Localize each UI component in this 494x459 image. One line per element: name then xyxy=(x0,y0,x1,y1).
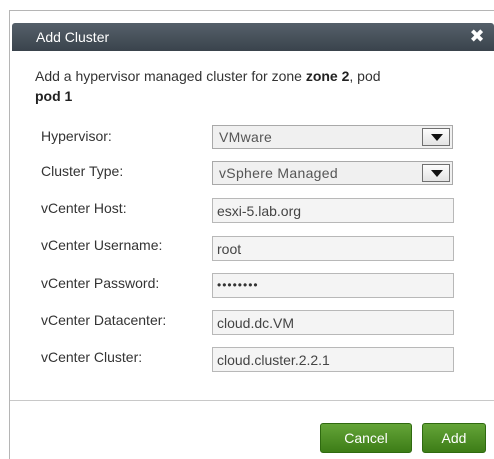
vcenter-username-input[interactable] xyxy=(212,236,454,261)
intro-zone: zone 2 xyxy=(305,68,350,84)
dialog-title: Add Cluster xyxy=(36,29,110,45)
vcenter-cluster-label: vCenter Cluster: xyxy=(41,349,143,365)
hypervisor-select[interactable]: VMware xyxy=(212,125,453,149)
hypervisor-value: VMware xyxy=(219,129,273,145)
vcenter-host-input[interactable] xyxy=(212,198,454,223)
screen: Add Cluster ✖ Add a hypervisor managed c… xyxy=(0,0,494,459)
footer-divider xyxy=(10,400,494,401)
cluster-type-select[interactable]: vSphere Managed xyxy=(212,161,453,185)
hypervisor-label: Hypervisor: xyxy=(41,128,112,144)
close-icon[interactable]: ✖ xyxy=(468,27,486,45)
dialog-intro: Add a hypervisor managed cluster for zon… xyxy=(35,66,485,106)
vcenter-password-value: •••••••• xyxy=(217,278,259,292)
vcenter-username-label: vCenter Username: xyxy=(41,237,163,253)
intro-middle: , pod xyxy=(349,68,381,84)
vcenter-datacenter-input[interactable] xyxy=(212,310,454,335)
cluster-type-label: Cluster Type: xyxy=(41,163,124,179)
chevron-down-icon[interactable] xyxy=(422,164,450,182)
vcenter-cluster-input[interactable] xyxy=(212,347,454,372)
vcenter-host-label: vCenter Host: xyxy=(41,200,127,216)
add-button[interactable]: Add xyxy=(422,423,486,453)
cluster-type-value: vSphere Managed xyxy=(219,165,338,181)
vcenter-datacenter-label: vCenter Datacenter: xyxy=(41,312,167,328)
intro-pod: pod 1 xyxy=(35,88,73,104)
vcenter-password-input[interactable]: •••••••• xyxy=(212,273,454,298)
intro-prefix: Add a hypervisor managed cluster for zon… xyxy=(35,68,306,84)
vcenter-password-label: vCenter Password: xyxy=(41,275,160,291)
chevron-down-icon[interactable] xyxy=(422,128,450,146)
dialog-titlebar: Add Cluster ✖ xyxy=(12,23,494,51)
cancel-button[interactable]: Cancel xyxy=(320,423,412,453)
